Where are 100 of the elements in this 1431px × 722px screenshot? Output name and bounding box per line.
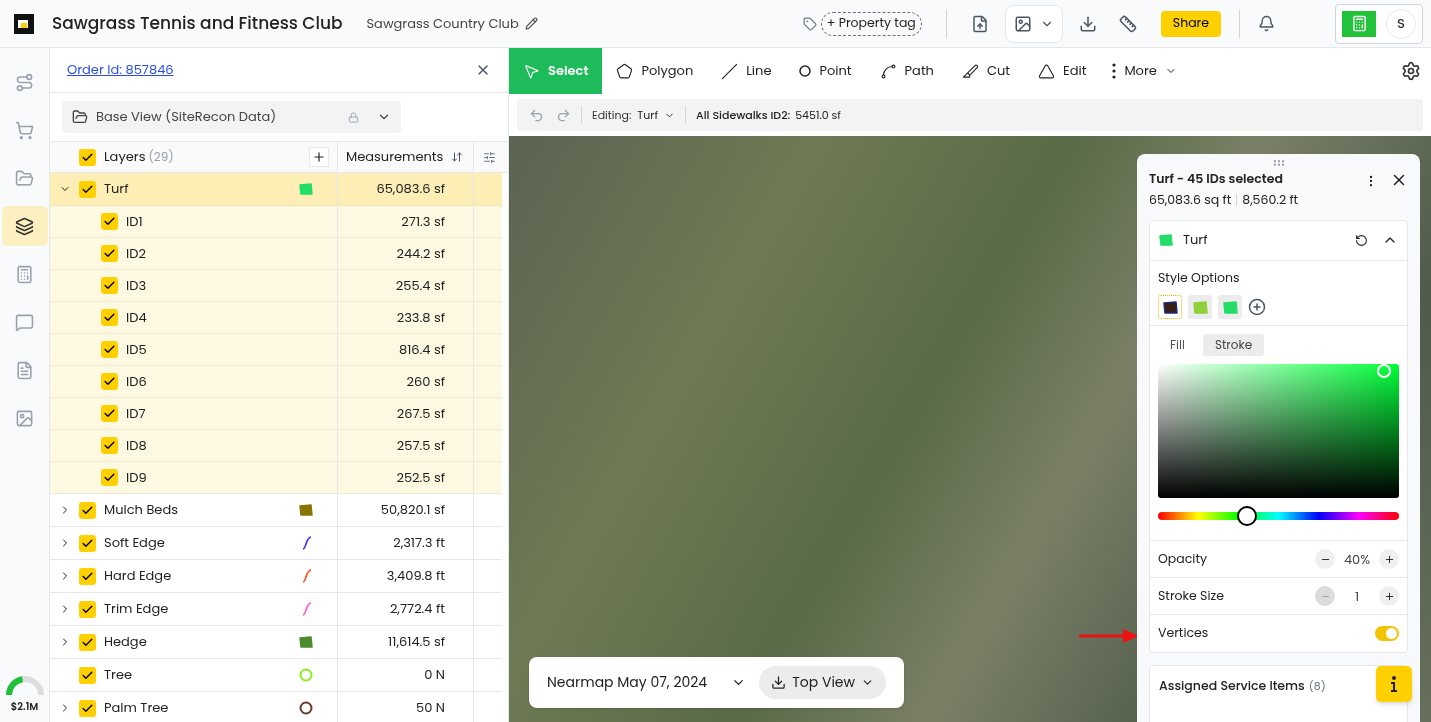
layer-row[interactable]: Mulch Beds 50,820.1 sf — [50, 494, 502, 527]
style-tab[interactable]: Stroke — [1202, 334, 1265, 357]
feature-row[interactable]: ID3 255.4 sf — [50, 270, 502, 302]
layer-row[interactable]: Turf 65,083.6 sf — [50, 173, 502, 206]
tool-button[interactable]: Point — [785, 48, 866, 94]
order-id-link[interactable]: Order Id: 857846 — [67, 60, 174, 80]
plus-icon — [1383, 590, 1395, 602]
ruler-icon[interactable] — [1118, 14, 1137, 33]
feature-row[interactable]: ID5 816.4 sf — [50, 334, 502, 366]
hue-slider[interactable] — [1158, 506, 1399, 527]
info-button[interactable] — [1376, 666, 1412, 702]
imagery-dropdown-button[interactable] — [1004, 4, 1063, 43]
add-layer-button[interactable] — [309, 147, 329, 167]
feature-measurement: 257.5 sf — [396, 435, 445, 456]
info-icon — [1390, 676, 1398, 692]
layer-row[interactable]: Soft Edge 2,317.3 ft — [50, 527, 502, 560]
checkbox[interactable] — [101, 437, 118, 454]
feature-row[interactable]: ID8 257.5 sf — [50, 430, 502, 462]
checkbox[interactable] — [79, 180, 96, 198]
area-total: 65,083.6 sq ft — [1149, 190, 1232, 210]
check-icon — [103, 471, 116, 484]
checkbox[interactable] — [79, 501, 96, 519]
increase-button[interactable] — [1379, 549, 1399, 570]
polygon-icon — [616, 62, 634, 80]
check-icon — [103, 375, 116, 388]
share-button[interactable]: Share — [1160, 10, 1221, 37]
tool-button[interactable]: Cut — [947, 48, 1025, 94]
layer-row[interactable]: Tree 0 N — [50, 659, 502, 692]
reset-icon[interactable] — [1355, 233, 1368, 247]
download-icon[interactable] — [1078, 14, 1097, 33]
checkbox[interactable] — [79, 699, 96, 717]
assigned-items-heading: Assigned Service Items — [1159, 677, 1305, 695]
check-icon — [103, 215, 116, 228]
checkbox[interactable] — [79, 666, 96, 684]
tag-icon — [802, 16, 817, 31]
checkbox[interactable] — [101, 469, 118, 486]
lock-icon — [348, 111, 359, 123]
feature-row[interactable]: ID7 267.5 sf — [50, 398, 502, 430]
feature-measurement: 255.4 sf — [395, 275, 445, 296]
style-swatch-icon — [1192, 300, 1208, 314]
checkbox[interactable] — [79, 600, 96, 618]
checkbox[interactable] — [79, 633, 96, 651]
layer-row[interactable]: Hedge 11,614.5 sf — [50, 626, 502, 659]
checkbox[interactable] — [79, 534, 96, 552]
tool-button[interactable]: Edit — [1024, 48, 1101, 94]
layer-name: Turf — [1183, 230, 1208, 250]
feature-measurement: 244.2 sf — [396, 243, 445, 264]
feature-row[interactable]: ID2 244.2 sf — [50, 238, 502, 270]
logo-icon — [14, 13, 34, 34]
column-settings-icon[interactable] — [483, 150, 496, 164]
budget-value: $2.1M — [10, 699, 39, 714]
opacity-label: Opacity — [1158, 549, 1208, 569]
base-view-dropdown[interactable]: Base View (SiteRecon Data) — [62, 101, 401, 133]
checkbox[interactable] — [101, 341, 118, 358]
checkbox[interactable] — [79, 567, 96, 585]
tool-button[interactable]: Line — [707, 48, 786, 94]
check-icon — [103, 439, 116, 452]
checkbox[interactable] — [101, 245, 118, 262]
property-subtitle: Sawgrass Country Club — [366, 13, 519, 34]
triangle-icon — [1038, 62, 1056, 80]
feature-measurement: 816.4 sf — [398, 339, 445, 360]
style-tab[interactable]: Fill — [1158, 334, 1197, 357]
stroke-size-label: Stroke Size — [1158, 586, 1225, 606]
checkbox[interactable] — [79, 148, 96, 166]
vertices-toggle[interactable] — [1375, 626, 1399, 642]
document-upload-icon[interactable] — [970, 14, 989, 33]
settings-icon[interactable] — [1401, 61, 1421, 81]
more-button[interactable]: More — [1100, 48, 1189, 94]
layer-name: Soft Edge — [104, 533, 166, 553]
checkbox[interactable] — [101, 277, 118, 294]
feature-row[interactable]: ID6 260 sf — [50, 366, 502, 398]
tool-button[interactable]: Path — [865, 48, 948, 94]
notification-icon[interactable] — [1258, 15, 1275, 32]
edit-icon[interactable] — [524, 17, 538, 30]
feature-row[interactable]: ID1 271.3 sf — [50, 206, 502, 238]
feature-row[interactable]: ID9 252.5 sf — [50, 462, 502, 494]
feature-row[interactable]: ID4 233.8 sf — [50, 302, 502, 334]
layers-icon[interactable] — [1, 206, 48, 246]
layer-row[interactable]: Hard Edge 3,409.8 ft — [50, 560, 502, 593]
layer-name: Trim Edge — [104, 599, 170, 619]
imagery-date-dropdown[interactable]: Nearmap May 07, 2024 — [547, 672, 747, 693]
add-style-icon[interactable] — [1248, 298, 1266, 317]
check-icon — [103, 407, 116, 420]
area-swatch-icon — [1159, 234, 1173, 246]
layer-name: Mulch Beds — [104, 500, 179, 520]
increase-button[interactable] — [1379, 586, 1399, 607]
color-picker-area[interactable] — [1158, 364, 1399, 499]
sort-icon[interactable] — [451, 151, 464, 163]
checkbox[interactable] — [101, 373, 118, 390]
layer-measurement: 3,409.8 ft — [386, 566, 445, 586]
editing-layer-dropdown[interactable]: Turf — [637, 106, 676, 124]
checkbox[interactable] — [101, 405, 118, 422]
layer-measurement: 65,083.6 sf — [376, 179, 445, 199]
tool-button[interactable]: Polygon — [602, 48, 708, 94]
checkbox[interactable] — [101, 309, 118, 326]
checkbox[interactable] — [101, 213, 118, 230]
view-dropdown[interactable]: Top View — [759, 666, 886, 699]
hue-slider-thumb[interactable] — [1237, 506, 1258, 527]
layer-row[interactable]: Trim Edge 2,772.4 ft — [50, 593, 502, 626]
layer-name: Tree — [104, 665, 133, 685]
